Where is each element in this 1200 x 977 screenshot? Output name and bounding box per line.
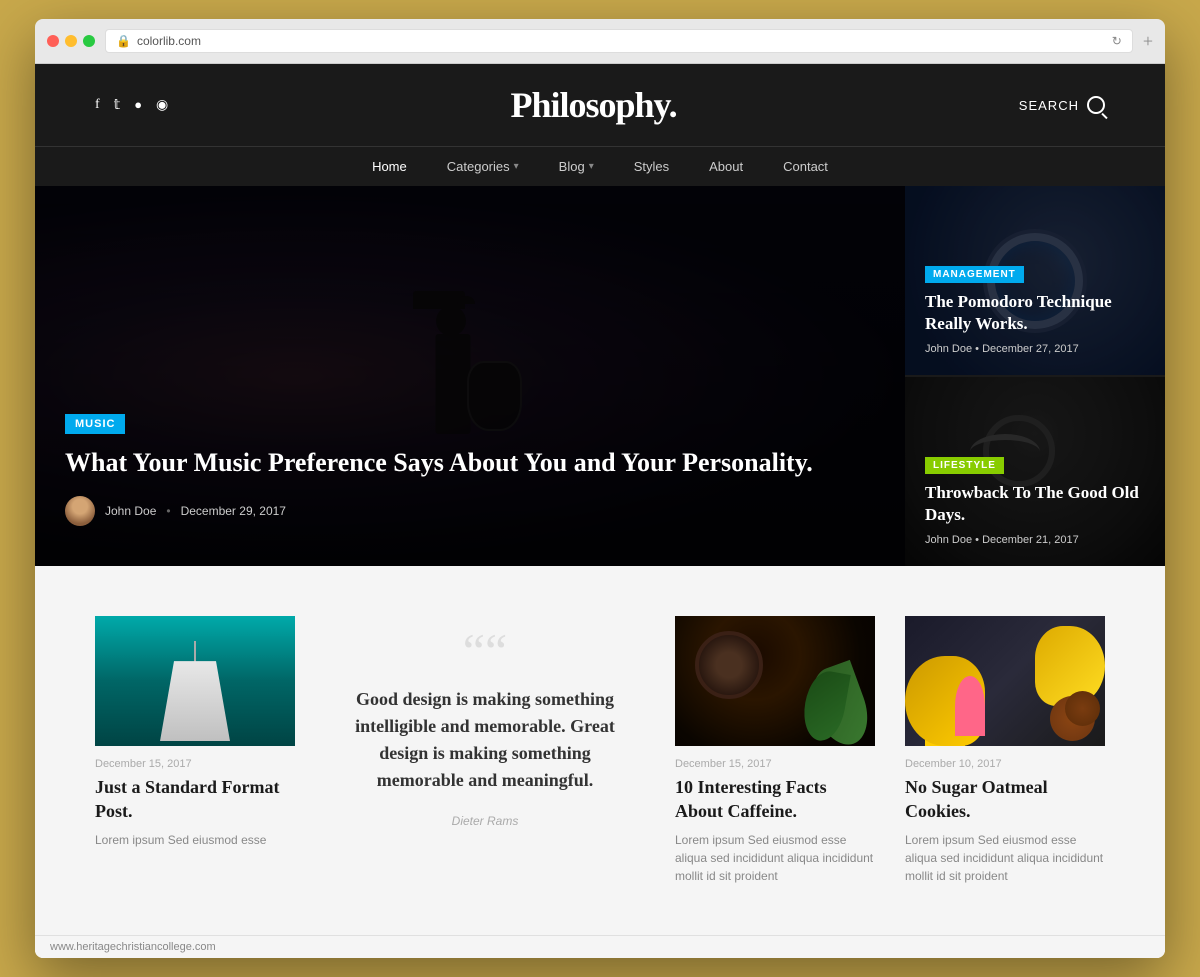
post-card-3[interactable]: December 10, 2017 No Sugar Oatmeal Cooki…	[905, 616, 1105, 885]
hero-card-management[interactable]: MANAGEMENT The Pomodoro Technique Really…	[905, 186, 1165, 377]
url-text: colorlib.com	[137, 34, 201, 48]
card-meta-1: John Doe • December 27, 2017	[925, 343, 1145, 355]
post2-date: December 15, 2017	[675, 758, 875, 770]
nav-blog-label: Blog	[559, 159, 585, 174]
card2-author: John Doe	[925, 534, 972, 546]
post3-title: No Sugar Oatmeal Cookies.	[905, 776, 1105, 823]
facebook-icon[interactable]: f	[95, 97, 100, 114]
lamp-image	[95, 616, 295, 746]
hero-main-post[interactable]: MUSIC What Your Music Preference Says Ab…	[35, 186, 905, 566]
instagram-icon[interactable]: ●	[134, 97, 142, 114]
site-header: f 𝕥 ● ◉ Philosophy. SEARCH	[35, 64, 1165, 146]
close-button[interactable]	[47, 35, 59, 47]
card2-date: December 21, 2017	[982, 534, 1079, 546]
card-content-2: LIFESTYLE Throwback To The Good Old Days…	[925, 455, 1145, 546]
music-badge: MUSIC	[65, 414, 125, 434]
hero-card-lifestyle[interactable]: LIFESTYLE Throwback To The Good Old Days…	[905, 377, 1165, 566]
twitter-icon[interactable]: 𝕥	[114, 97, 121, 114]
site-navigation: Home Categories ▾ Blog ▾ Styles About Co…	[35, 146, 1165, 186]
social-icons: f 𝕥 ● ◉	[95, 97, 168, 114]
nav-item-home[interactable]: Home	[372, 159, 407, 174]
url-bar[interactable]: 🔒 colorlib.com ↻	[105, 29, 1133, 53]
post-image-1	[95, 616, 295, 746]
post-card-2[interactable]: December 15, 2017 10 Interesting Facts A…	[675, 616, 875, 885]
quote-marks: ““	[345, 626, 625, 676]
hero-content: MUSIC What Your Music Preference Says Ab…	[65, 414, 885, 526]
card1-date: December 27, 2017	[982, 343, 1079, 355]
browser-dots	[47, 35, 95, 47]
post1-title: Just a Standard Format Post.	[95, 776, 295, 823]
card-title-1: The Pomodoro Technique Really Works.	[925, 291, 1145, 335]
chevron-down-icon: ▾	[514, 161, 519, 172]
maximize-button[interactable]	[83, 35, 95, 47]
hero-author: John Doe	[105, 504, 156, 518]
card-title-2: Throwback To The Good Old Days.	[925, 482, 1145, 526]
card-meta-2: John Doe • December 21, 2017	[925, 534, 1145, 546]
post-card-1[interactable]: December 15, 2017 Just a Standard Format…	[95, 616, 295, 849]
browser-chrome: 🔒 colorlib.com ↻ +	[35, 19, 1165, 64]
nav-item-blog[interactable]: Blog ▾	[559, 159, 594, 174]
avatar-image	[65, 496, 95, 526]
nav-categories-label: Categories	[447, 159, 510, 174]
nav-item-about[interactable]: About	[709, 159, 743, 174]
chevron-down-icon: ▾	[589, 161, 594, 172]
nav-item-contact[interactable]: Contact	[783, 159, 828, 174]
card1-author: John Doe	[925, 343, 972, 355]
content-grid: December 15, 2017 Just a Standard Format…	[95, 616, 1105, 885]
post2-excerpt: Lorem ipsum Sed eiusmod esse aliqua sed …	[675, 831, 875, 885]
browser-window: 🔒 colorlib.com ↻ + f 𝕥 ● ◉ Philosophy. S…	[35, 19, 1165, 958]
post1-date: December 15, 2017	[95, 758, 295, 770]
minimize-button[interactable]	[65, 35, 77, 47]
quote-author: Dieter Rams	[345, 814, 625, 828]
post3-date: December 10, 2017	[905, 758, 1105, 770]
post1-excerpt: Lorem ipsum Sed eiusmod esse	[95, 831, 295, 849]
lifestyle-badge: LIFESTYLE	[925, 457, 1004, 474]
quote-text: Good design is making something intellig…	[345, 686, 625, 794]
quote-card: ““ Good design is making something intel…	[325, 616, 645, 838]
search-label: SEARCH	[1019, 98, 1079, 113]
refresh-icon[interactable]: ↻	[1112, 34, 1122, 48]
site-title: Philosophy.	[510, 84, 676, 126]
post-image-2	[675, 616, 875, 746]
pinterest-icon[interactable]: ◉	[156, 97, 168, 114]
content-section: December 15, 2017 Just a Standard Format…	[35, 566, 1165, 935]
card-content-1: MANAGEMENT The Pomodoro Technique Really…	[925, 264, 1145, 355]
search-button[interactable]: SEARCH	[1019, 96, 1105, 114]
management-badge: MANAGEMENT	[925, 266, 1024, 283]
post3-excerpt: Lorem ipsum Sed eiusmod esse aliqua sed …	[905, 831, 1105, 885]
author-avatar	[65, 496, 95, 526]
post-image-3	[905, 616, 1105, 746]
hero-sidebar: MANAGEMENT The Pomodoro Technique Really…	[905, 186, 1165, 566]
website-content: f 𝕥 ● ◉ Philosophy. SEARCH Home Categori…	[35, 64, 1165, 958]
meta-separator: •	[166, 504, 170, 518]
status-bar: www.heritagechristiancollege.com	[35, 935, 1165, 958]
hero-section: MUSIC What Your Music Preference Says Ab…	[35, 186, 1165, 566]
search-icon	[1087, 96, 1105, 114]
new-tab-button[interactable]: +	[1143, 31, 1153, 52]
post2-title: 10 Interesting Facts About Caffeine.	[675, 776, 875, 823]
hero-main-meta: John Doe • December 29, 2017	[65, 496, 885, 526]
hero-main-title: What Your Music Preference Says About Yo…	[65, 446, 885, 480]
status-url: www.heritagechristiancollege.com	[50, 941, 216, 953]
nav-item-categories[interactable]: Categories ▾	[447, 159, 519, 174]
hero-date: December 29, 2017	[181, 504, 286, 518]
flowers-image	[905, 616, 1105, 746]
lock-icon: 🔒	[116, 34, 131, 48]
coffee-image	[675, 616, 875, 746]
lamp-shade	[160, 661, 230, 741]
nav-item-styles[interactable]: Styles	[634, 159, 669, 174]
